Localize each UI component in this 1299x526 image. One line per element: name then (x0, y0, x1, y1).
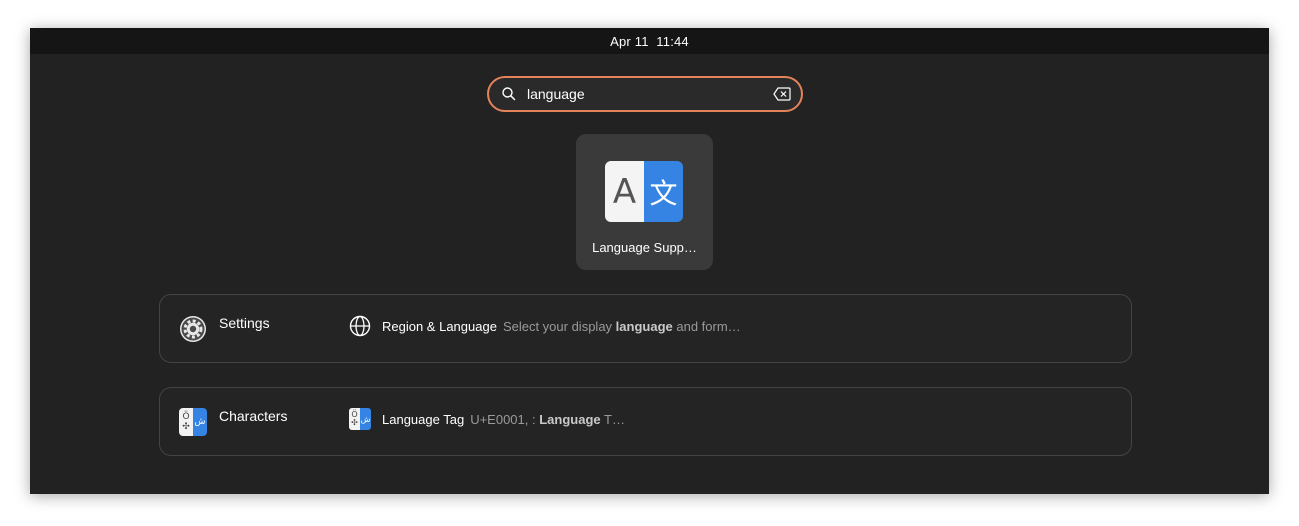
desc-before: U+E0001, : (470, 411, 540, 427)
desc-after: and form… (672, 318, 741, 334)
app-result-label: Language Supp… (592, 240, 697, 255)
desc-before: Select your display (502, 318, 616, 334)
result-title: Region & Language (382, 318, 497, 334)
activities-overview: Apr 11 11:44 A 文 Language Supp… Settings (30, 28, 1269, 494)
search-input[interactable] (527, 82, 757, 106)
search-bar[interactable] (487, 76, 803, 112)
result-region-language[interactable]: Region & Language Select your display la… (349, 315, 741, 337)
settings-gear-icon[interactable] (179, 315, 207, 343)
search-provider-settings: Settings Region & Language Select your d… (159, 294, 1132, 363)
desc-match: Language (539, 411, 601, 427)
clock-date: Apr 11 (610, 33, 649, 49)
language-support-icon: A 文 (605, 161, 683, 222)
desc-match: language (615, 318, 673, 334)
desc-after: T… (600, 411, 625, 427)
search-provider-characters: Ö ✣ ش Characters Ö ✣ ش Language Tag U+E000… (159, 387, 1132, 456)
search-icon (502, 87, 516, 101)
globe-icon (349, 315, 371, 337)
language-support-icon-cjk: 文 (644, 161, 683, 222)
top-bar: Apr 11 11:44 (30, 28, 1269, 54)
language-support-icon-latin: A (605, 161, 644, 222)
clock[interactable]: Apr 11 11:44 (610, 34, 689, 49)
backspace-clear-icon[interactable] (773, 87, 791, 101)
characters-app-icon: Ö ✣ ش (349, 408, 371, 430)
provider-name: Settings (219, 315, 270, 331)
result-description: U+E0001, : Language T… (470, 412, 625, 427)
characters-app-icon[interactable]: Ö ✣ ش (179, 408, 207, 436)
result-description: Select your display language and form… (503, 319, 741, 334)
result-title: Language Tag (382, 411, 465, 427)
result-language-tag[interactable]: Ö ✣ ش Language Tag U+E0001, : Language T… (349, 408, 625, 430)
clock-time: 11:44 (656, 33, 689, 49)
app-result-language-support[interactable]: A 文 Language Supp… (576, 134, 713, 270)
provider-name: Characters (219, 408, 288, 424)
